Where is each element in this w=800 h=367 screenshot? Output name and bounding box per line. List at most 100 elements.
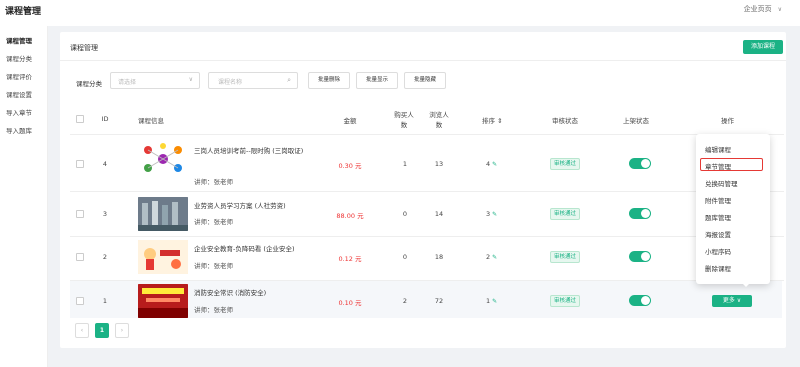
- chevron-down-icon: ∨: [777, 6, 782, 13]
- row-checkbox[interactable]: [76, 210, 84, 218]
- safety-cartoon-image: [138, 240, 188, 274]
- course-thumbnail: [138, 142, 188, 176]
- view-count: 72: [434, 297, 444, 305]
- header-listing-status: 上架状态: [623, 117, 649, 125]
- course-price: 0.10 元: [338, 299, 362, 307]
- buyer-count: 1: [402, 160, 408, 168]
- row-id: 1: [102, 297, 108, 305]
- category-select[interactable]: 请选择 ∨: [110, 72, 200, 89]
- course-thumbnail: [138, 197, 188, 231]
- course-title: 企业安全教育-负降码看 (企业安全): [194, 245, 295, 253]
- more-button[interactable]: 更多 ∨: [712, 295, 752, 307]
- listing-toggle[interactable]: [629, 158, 651, 169]
- sort-cell[interactable]: 1 ✎: [486, 297, 497, 305]
- sort-cell[interactable]: 2 ✎: [486, 253, 497, 261]
- menu-item-edit-course[interactable]: 编辑课程: [705, 144, 731, 154]
- listing-toggle[interactable]: [629, 208, 651, 219]
- menu-item-chapter-management[interactable]: 章节管理: [705, 161, 731, 171]
- divider: [70, 191, 784, 192]
- menu-item-mini-program-code[interactable]: 小程序码: [705, 246, 731, 256]
- top-bar: 课程管理 企业页页 ∨: [0, 0, 800, 26]
- sidebar-item-course-management[interactable]: 课程管理: [6, 35, 32, 45]
- batch-delete-button[interactable]: 批量删除: [308, 72, 350, 89]
- view-count: 18: [434, 253, 444, 261]
- review-status-badge: 审核通过: [550, 158, 580, 170]
- divider: [70, 236, 784, 237]
- sort-cell[interactable]: 4 ✎: [486, 160, 497, 168]
- batch-show-button[interactable]: 批量显示: [356, 72, 398, 89]
- select-all-checkbox[interactable]: [76, 115, 84, 123]
- course-price: 0.30 元: [338, 162, 362, 170]
- add-course-button[interactable]: 添加课程: [743, 40, 783, 54]
- header-course-info: 课程信息: [138, 117, 164, 125]
- toggle-knob: [641, 209, 650, 218]
- course-teacher: 讲师：张老师: [194, 306, 233, 314]
- course-name-input[interactable]: 课程名称 ⌕: [208, 72, 298, 89]
- edit-pencil-icon[interactable]: ✎: [492, 298, 497, 305]
- menu-item-attachment-management[interactable]: 附件管理: [705, 195, 731, 205]
- header-id: ID: [101, 115, 109, 123]
- listing-toggle[interactable]: [629, 295, 651, 306]
- row-checkbox[interactable]: [76, 253, 84, 261]
- page-1-button[interactable]: 1: [95, 323, 109, 338]
- menu-item-redeem-code-management[interactable]: 兑换码管理: [705, 178, 738, 188]
- course-thumbnail: [138, 240, 188, 274]
- batch-hide-button[interactable]: 批量隐藏: [404, 72, 446, 89]
- row-checkbox[interactable]: [76, 297, 84, 305]
- header-operations: 操作: [721, 117, 734, 125]
- view-count: 14: [434, 210, 444, 218]
- buyer-count: 0: [402, 210, 408, 218]
- divider: [70, 134, 784, 135]
- listing-toggle[interactable]: [629, 251, 651, 262]
- course-title: 业劳资人员学习方案 (人社劳资): [194, 202, 286, 210]
- course-name-placeholder: 课程名称: [218, 79, 243, 86]
- edit-pencil-icon[interactable]: ✎: [492, 161, 497, 168]
- row-id: 3: [102, 210, 108, 218]
- course-teacher: 讲师：张老师: [194, 218, 233, 226]
- fire-safety-image: [138, 284, 188, 318]
- course-price: 88.00 元: [336, 212, 364, 220]
- header-sort[interactable]: 排序 ⇕: [482, 115, 503, 125]
- edit-pencil-icon[interactable]: ✎: [492, 211, 497, 218]
- category-select-placeholder: 请选择: [118, 79, 137, 86]
- header-buyers: 购买人数: [394, 111, 414, 129]
- header-sort-label: 排序: [482, 117, 495, 125]
- row-checkbox[interactable]: [76, 160, 84, 168]
- buyer-count: 0: [402, 253, 408, 261]
- office-photo-image: [138, 197, 188, 231]
- app-title: 课程管理: [5, 7, 42, 17]
- sidebar: 课程管理 课程分类 课程评价 课程设置 导入章节 导入题库: [0, 26, 48, 367]
- sort-value: 2: [486, 253, 491, 261]
- sidebar-item-import-chapters[interactable]: 导入章节: [6, 107, 32, 117]
- network-diagram-image: [144, 143, 182, 172]
- sort-cell[interactable]: 3 ✎: [486, 210, 497, 218]
- company-label: 企业页页: [743, 5, 772, 13]
- next-page-button[interactable]: ›: [115, 323, 129, 338]
- sidebar-item-course-settings[interactable]: 课程设置: [6, 89, 32, 99]
- sidebar-item-import-questions[interactable]: 导入题库: [6, 125, 32, 135]
- menu-item-delete-course[interactable]: 删除课程: [705, 263, 731, 273]
- dropdown-arrow: [742, 283, 750, 287]
- prev-page-button[interactable]: ‹: [75, 323, 89, 338]
- menu-item-question-bank-management[interactable]: 题库管理: [705, 212, 731, 222]
- sidebar-item-course-review[interactable]: 课程评价: [6, 71, 32, 81]
- course-teacher: 讲师：张老师: [194, 262, 233, 270]
- toggle-knob: [641, 252, 650, 261]
- sort-value: 1: [486, 297, 491, 305]
- row-id: 2: [102, 253, 108, 261]
- sidebar-item-course-category[interactable]: 课程分类: [6, 53, 32, 63]
- course-title: 消防安全常识 (消防安全): [194, 289, 267, 297]
- card-title: 课程管理: [70, 44, 98, 52]
- header-views: 浏览人数: [429, 111, 449, 129]
- menu-item-poster-settings[interactable]: 海报设置: [705, 229, 731, 239]
- review-status-badge: 审核通过: [550, 208, 580, 220]
- search-icon: ⌕: [287, 76, 291, 84]
- toggle-knob: [641, 159, 650, 168]
- review-status-badge: 审核通过: [550, 251, 580, 263]
- sort-arrows-icon: ⇕: [497, 117, 503, 125]
- sort-value: 4: [486, 160, 491, 168]
- chevron-down-icon: ∨: [736, 297, 742, 304]
- edit-pencil-icon[interactable]: ✎: [492, 254, 497, 261]
- course-price: 0.12 元: [338, 255, 362, 263]
- company-menu[interactable]: 企业页页 ∨: [744, 4, 782, 14]
